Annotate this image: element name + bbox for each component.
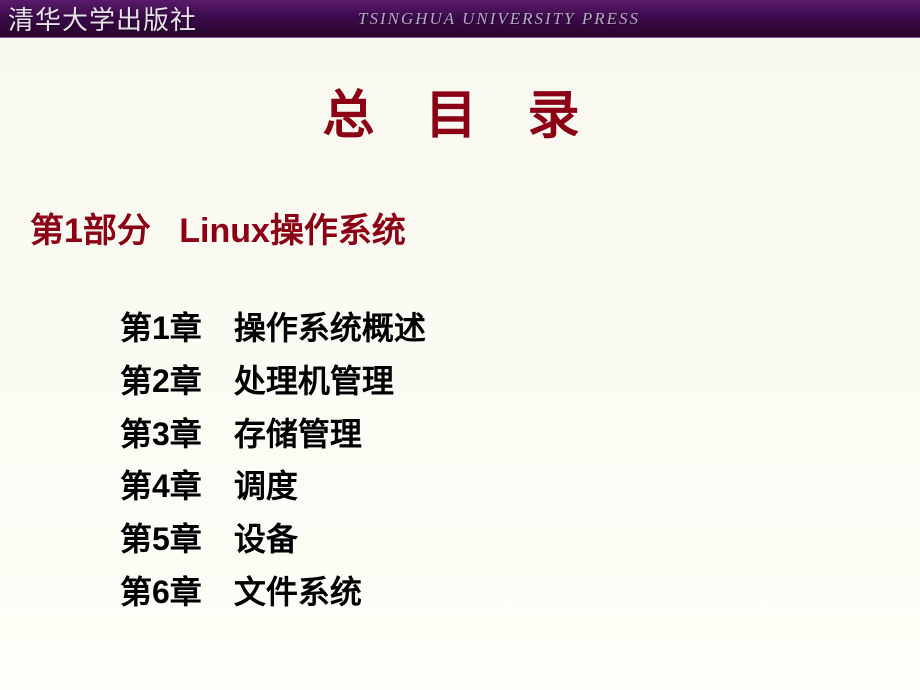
chapter-title: 操作系统概述 — [234, 310, 426, 346]
chapter-title: 设备 — [234, 521, 298, 557]
chapter-item: 第1章 操作系统概述 — [120, 302, 920, 355]
chapter-label: 第5章 — [120, 513, 225, 566]
section-heading: 第1部分 Linux操作系统 — [30, 203, 920, 252]
publisher-name-cn: 清华大学出版社 — [8, 0, 197, 37]
chapter-item: 第5章 设备 — [120, 513, 920, 566]
chapter-item: 第6章 文件系统 — [120, 566, 920, 619]
chapter-item: 第4章 调度 — [120, 460, 920, 513]
header-bar: 清华大学出版社 TSINGHUA UNIVERSITY PRESS — [0, 0, 920, 38]
chapter-title: 处理机管理 — [234, 363, 394, 399]
chapter-label: 第3章 — [120, 408, 225, 461]
part-title: Linux操作系统 — [179, 212, 406, 250]
chapter-label: 第4章 — [120, 460, 225, 513]
publisher-name-en: TSINGHUA UNIVERSITY PRESS — [358, 9, 910, 29]
chapter-item: 第3章 存储管理 — [120, 408, 920, 461]
page-title: 总 目 录 — [0, 73, 920, 148]
chapter-label: 第2章 — [120, 355, 225, 408]
chapter-title: 调度 — [234, 468, 298, 504]
chapter-title: 文件系统 — [234, 574, 362, 610]
chapter-title: 存储管理 — [234, 416, 362, 452]
part-label: 第1部分 — [30, 212, 151, 250]
chapter-label: 第6章 — [120, 566, 225, 619]
chapter-item: 第2章 处理机管理 — [120, 355, 920, 408]
chapter-label: 第1章 — [120, 302, 225, 355]
chapter-list: 第1章 操作系统概述 第2章 处理机管理 第3章 存储管理 第4章 调度 第5章… — [120, 302, 920, 619]
